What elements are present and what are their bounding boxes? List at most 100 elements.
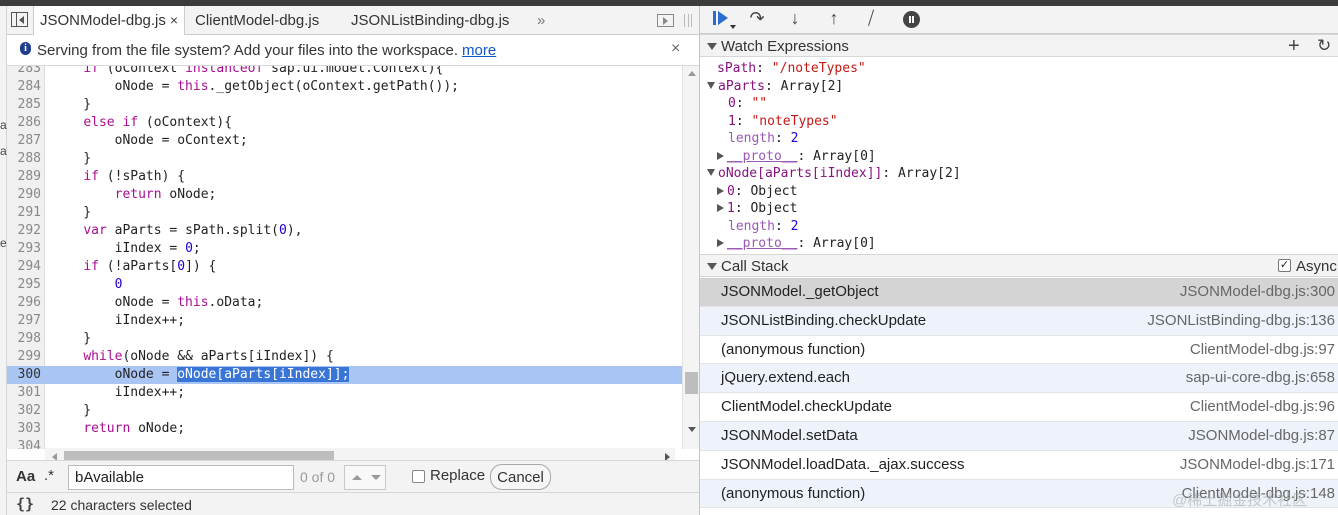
code-line[interactable]: 293 iIndex = 0; (7, 240, 682, 258)
call-frame[interactable]: jQuery.extend.each sap-ui-core-dbg.js:658 (700, 364, 1338, 394)
expand-arrow-icon[interactable] (707, 43, 717, 50)
code-line[interactable]: 291 } (7, 204, 682, 222)
match-case-button[interactable]: Aa (16, 468, 35, 485)
collapsed-arrow-icon[interactable] (717, 204, 724, 212)
tab-overflow-icon[interactable]: » (537, 6, 545, 35)
line-number[interactable]: 299 (7, 348, 41, 366)
line-number[interactable]: 296 (7, 294, 41, 312)
line-number[interactable]: 302 (7, 402, 41, 420)
line-number[interactable]: 292 (7, 222, 41, 240)
toggle-navigator-icon[interactable] (11, 12, 28, 27)
line-number[interactable]: 294 (7, 258, 41, 276)
scroll-down-icon[interactable] (688, 427, 696, 432)
expanded-arrow-icon[interactable] (707, 169, 715, 176)
code-line[interactable]: 289 if (!sPath) { (7, 168, 682, 186)
code-line[interactable]: 287 oNode = oContext; (7, 132, 682, 150)
frame-location-link[interactable]: ClientModel-dbg.js:96 (1190, 393, 1335, 422)
code-line[interactable]: 288 } (7, 150, 682, 168)
line-number[interactable]: 284 (7, 78, 41, 96)
pause-on-exceptions-button[interactable] (898, 10, 924, 30)
line-number[interactable]: 289 (7, 168, 41, 186)
scroll-up-icon[interactable] (688, 71, 696, 76)
cancel-button[interactable]: Cancel (490, 464, 551, 490)
expand-arrow-icon[interactable] (707, 263, 717, 270)
collapsed-arrow-icon[interactable] (717, 239, 724, 247)
watch-item[interactable]: __proto__: Array[0] (717, 148, 876, 165)
call-frame[interactable]: JSONListBinding.checkUpdate JSONListBindi… (700, 306, 1338, 336)
code-line[interactable]: 300 oNode = oNode[aParts[iIndex]]; (7, 366, 682, 384)
regex-button[interactable]: .* (44, 467, 54, 484)
code-line[interactable]: 284 oNode = this._getObject(oContext.get… (7, 78, 682, 96)
watch-item[interactable]: __proto__: Array[0] (717, 235, 876, 252)
call-stack-header[interactable]: Call Stack ✓ Async (700, 254, 1338, 277)
replace-label[interactable]: Replace (430, 467, 485, 484)
line-number[interactable]: 286 (7, 114, 41, 132)
frame-location-link[interactable]: ClientModel-dbg.js:97 (1190, 336, 1335, 365)
refresh-icon[interactable]: ↻ (1317, 36, 1331, 56)
previous-match-icon[interactable] (352, 475, 362, 480)
frame-location-link[interactable]: sap-ui-core-dbg.js:658 (1186, 364, 1335, 393)
resume-button[interactable] (704, 10, 736, 30)
code-line[interactable]: 283 if (oContext instanceof sap.ui.model… (7, 66, 682, 78)
watch-item[interactable]: oNode[aParts[iIndex]]: Array[2] (707, 165, 961, 182)
watch-item[interactable]: aParts: Array[2] (707, 78, 843, 95)
call-frame[interactable]: JSONModel.loadData._ajax.success JSONMode… (700, 451, 1338, 480)
line-number[interactable]: 288 (7, 150, 41, 168)
line-number[interactable]: 303 (7, 420, 41, 438)
frame-location-link[interactable]: JSONModel-dbg.js:171 (1180, 451, 1335, 480)
line-number[interactable]: 287 (7, 132, 41, 150)
line-number[interactable]: 301 (7, 384, 41, 402)
code-line[interactable]: 285 } (7, 96, 682, 114)
expanded-arrow-icon[interactable] (707, 81, 715, 89)
search-input[interactable] (68, 465, 294, 490)
code-line[interactable]: 299 while(oNode && aParts[iIndex]) { (7, 348, 682, 366)
code-line[interactable]: 292 var aParts = sPath.split(0), (7, 222, 682, 240)
code-line[interactable]: 297 iIndex++; (7, 312, 682, 330)
tab-close-icon[interactable]: × (170, 6, 178, 35)
pretty-print-icon[interactable]: {} (16, 495, 34, 513)
code-line[interactable]: 302 } (7, 402, 682, 420)
call-frame[interactable]: JSONModel._getObject JSONModel-dbg.js:300 (700, 278, 1338, 307)
info-more-link[interactable]: more (462, 42, 496, 59)
collapsed-arrow-icon[interactable] (717, 151, 724, 160)
frame-location-link[interactable]: JSONModel-dbg.js:300 (1180, 278, 1335, 307)
replace-checkbox[interactable] (412, 470, 425, 483)
scrollbar-thumb[interactable] (685, 372, 698, 394)
code-line[interactable]: 290 return oNode; (7, 186, 682, 204)
line-number[interactable]: 285 (7, 96, 41, 114)
code-line[interactable]: 301 iIndex++; (7, 384, 682, 402)
frame-location-link[interactable]: JSONModel-dbg.js:87 (1188, 422, 1335, 451)
code-line[interactable]: 298 } (7, 330, 682, 348)
call-frame[interactable]: JSONModel.setData JSONModel-dbg.js:87 (700, 421, 1338, 451)
watch-expressions-header[interactable]: Watch Expressions + ↻ (700, 34, 1338, 57)
line-number[interactable]: 291 (7, 204, 41, 222)
step-over-button[interactable]: ↷ (744, 8, 770, 30)
tab-clientmodel[interactable]: ClientModel-dbg.js (189, 6, 325, 35)
frame-location-link[interactable]: JSONListBinding-dbg.js:136 (1147, 307, 1335, 336)
tab-jsonlistbinding[interactable]: JSONListBinding-dbg.js (345, 6, 515, 35)
toggle-debugger-icon[interactable] (657, 14, 674, 27)
line-number[interactable]: 304 (7, 438, 41, 449)
watch-item[interactable]: 0: Object (717, 183, 797, 200)
watch-item[interactable]: 1: Object (717, 200, 797, 217)
step-out-button[interactable]: ↑ (821, 8, 847, 30)
line-number[interactable]: 293 (7, 240, 41, 258)
call-frame[interactable]: ClientModel.checkUpdate ClientModel-dbg.j… (700, 393, 1338, 422)
chevron-down-icon[interactable] (730, 25, 736, 29)
collapsed-arrow-icon[interactable] (717, 186, 724, 195)
async-label[interactable]: Async (1296, 258, 1337, 275)
add-icon[interactable]: + (1288, 35, 1300, 58)
close-icon[interactable]: × (671, 40, 680, 58)
code-line[interactable]: 303 return oNode; (7, 420, 682, 438)
vertical-scrollbar[interactable] (682, 66, 699, 449)
tab-jsonmodel[interactable]: JSONModel-dbg.js × (33, 6, 186, 36)
line-number[interactable]: 300 (7, 366, 41, 384)
code-line[interactable]: 294 if (!aParts[0]) { (7, 258, 682, 276)
code-editor[interactable]: 283 if (oContext instanceof sap.ui.model… (7, 66, 699, 449)
deactivate-breakpoints-button[interactable]: ⧸ (858, 8, 884, 30)
code-line[interactable]: 286 else if (oContext){ (7, 114, 682, 132)
line-number[interactable]: 297 (7, 312, 41, 330)
code-line[interactable]: 295 0 (7, 276, 682, 294)
step-into-button[interactable]: ↓ (782, 8, 808, 30)
line-number[interactable]: 290 (7, 186, 41, 204)
